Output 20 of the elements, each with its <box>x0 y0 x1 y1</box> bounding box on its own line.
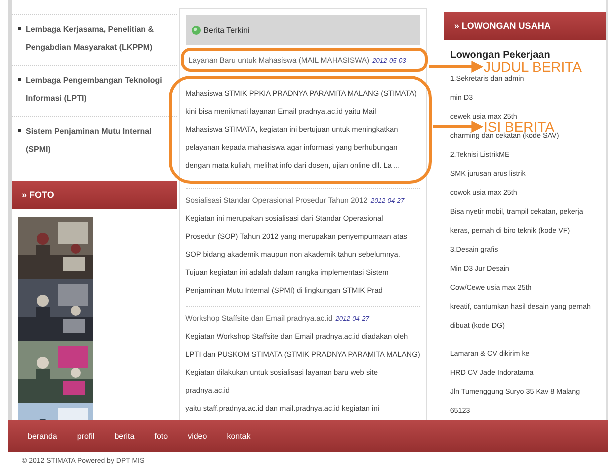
nav-link[interactable]: berita <box>108 428 149 444</box>
nav-link[interactable]: video <box>182 428 222 444</box>
nav-link[interactable]: kontak <box>221 428 265 444</box>
section-header: » FOTO <box>12 181 177 209</box>
circle-icon <box>192 26 201 34</box>
job-heading: Lowongan Pekerjaan <box>450 50 552 61</box>
annotation-label: JUDUL BERITA <box>484 62 582 72</box>
menu-link[interactable]: Lembaga Kerjasama, Penelitian & Pengabdian Masyarakat (LKPPM) <box>26 21 175 57</box>
bullet-icon <box>18 27 21 30</box>
bullet-icon <box>18 78 21 81</box>
menu-link[interactable]: Lembaga Pengembangan Teknologi Informasi (LPTI) <box>26 72 175 108</box>
section-header: » LOWONGAN USAHA <box>444 12 606 40</box>
arrow-icon <box>429 61 484 73</box>
menu-link[interactable]: Sistem Penjaminan Mutu Internal (SPMI) <box>26 123 175 159</box>
bullet-icon <box>18 129 21 132</box>
nav-link[interactable]: beranda <box>22 428 72 444</box>
panel-title: Berita Terkini <box>204 26 250 34</box>
nav-link[interactable]: foto <box>148 428 182 444</box>
annotation-label: ISI BERITA <box>484 122 555 132</box>
nav-link[interactable]: profil <box>71 428 109 444</box>
